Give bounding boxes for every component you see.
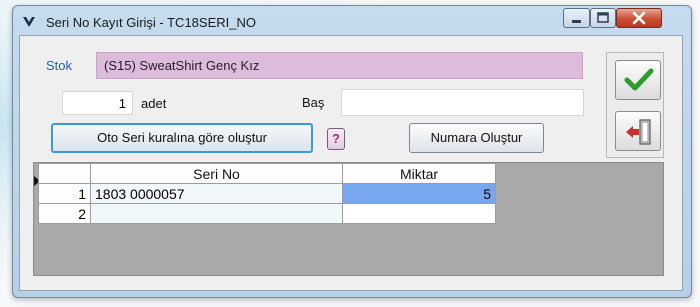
maximize-icon bbox=[597, 12, 609, 23]
confirm-button[interactable] bbox=[615, 60, 661, 100]
minimize-button[interactable] bbox=[563, 8, 590, 28]
bas-input[interactable] bbox=[341, 89, 584, 116]
table-row[interactable]: 2 bbox=[38, 203, 496, 224]
maximize-button[interactable] bbox=[590, 8, 616, 28]
serial-grid: Seri No Miktar 1 1803 0000057 5 2 bbox=[38, 163, 496, 224]
table-row[interactable]: 1 1803 0000057 5 bbox=[38, 183, 496, 204]
exit-door-icon bbox=[626, 119, 651, 145]
seri-no-cell[interactable]: 1803 0000057 bbox=[90, 183, 343, 204]
title-bar[interactable]: Seri No Kayıt Girişi - TC18SERI_NO bbox=[13, 6, 691, 36]
window-title: Seri No Kayıt Girişi - TC18SERI_NO bbox=[46, 15, 256, 30]
green-checkmark-icon bbox=[624, 68, 654, 91]
quantity-field[interactable]: 1 bbox=[62, 91, 133, 115]
miktar-cell[interactable]: 5 bbox=[342, 183, 496, 204]
miktar-cell[interactable] bbox=[342, 203, 496, 224]
column-header-miktar[interactable]: Miktar bbox=[342, 163, 496, 184]
minimize-icon bbox=[572, 20, 581, 23]
quantity-unit-label: adet bbox=[141, 96, 167, 111]
auto-serial-button[interactable]: Oto Seri kuralına göre oluştur bbox=[51, 123, 313, 153]
close-icon bbox=[632, 11, 646, 25]
row-number: 1 bbox=[38, 183, 91, 204]
grid-header-row: Seri No Miktar bbox=[38, 163, 496, 184]
close-button[interactable] bbox=[616, 8, 662, 28]
stok-label: Stok bbox=[46, 58, 73, 73]
row-number: 2 bbox=[38, 203, 91, 224]
seri-no-cell[interactable] bbox=[90, 203, 343, 224]
app-logo-icon bbox=[23, 17, 35, 27]
column-header-seri-no[interactable]: Seri No bbox=[90, 163, 343, 184]
help-button[interactable]: ? bbox=[327, 128, 345, 150]
generate-number-button[interactable]: Numara Oluştur bbox=[409, 123, 544, 153]
exit-button[interactable] bbox=[615, 111, 661, 151]
stok-field[interactable]: (S15) SweatShirt Genç Kız bbox=[96, 52, 583, 79]
bas-label: Baş bbox=[302, 95, 325, 110]
grid-corner-cell bbox=[38, 163, 91, 184]
